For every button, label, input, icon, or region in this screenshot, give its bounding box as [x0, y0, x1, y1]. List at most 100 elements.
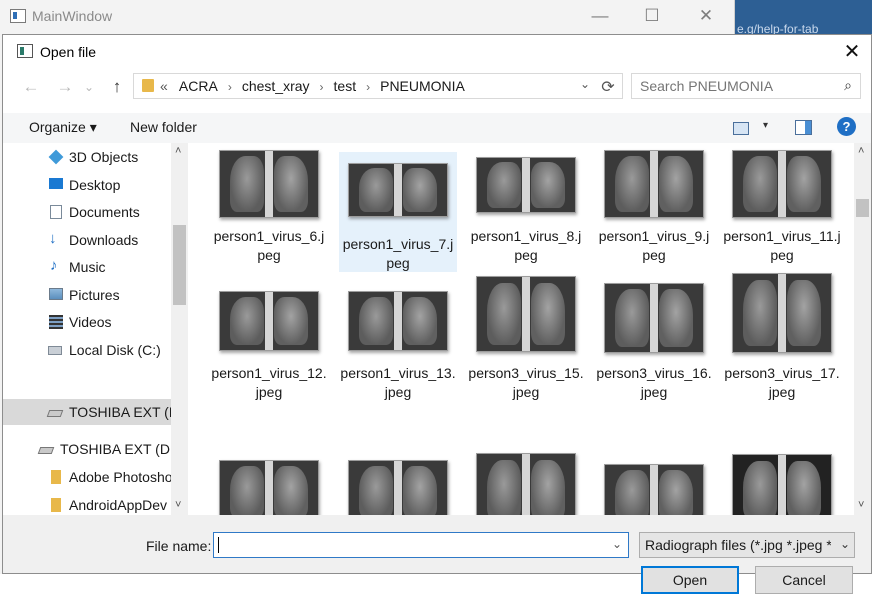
breadcrumb-chest-xray[interactable]: chest_xray [242, 78, 310, 94]
file-item[interactable]: person3_virus_15.jpeg [467, 276, 585, 401]
pictures-icon [49, 288, 63, 300]
sidebar-item-3d-objects[interactable]: 3D Objects [3, 144, 173, 170]
file-type-select[interactable]: Radiograph files (*.jpg *.jpeg *.) ⌄ [639, 532, 855, 558]
file-item[interactable] [467, 418, 585, 515]
sidebar-item-label: Videos [69, 314, 112, 330]
file-item[interactable] [210, 418, 328, 515]
sidebar-scroll-thumb[interactable] [173, 225, 186, 305]
file-name: person1_virus_9.jpeg [598, 228, 710, 263]
breadcrumb-test[interactable]: test [334, 78, 357, 94]
view-options-dropdown[interactable]: ▾ [763, 120, 768, 131]
sidebar-item-toshiba-ext[interactable]: TOSHIBA EXT (D:) [3, 399, 173, 425]
sidebar-item-videos[interactable]: Videos [3, 309, 173, 335]
chevron-down-icon[interactable]: ⌄ [839, 537, 850, 551]
file-item[interactable]: person1_virus_11.jpeg [723, 144, 841, 264]
image-thumbnail [219, 460, 319, 515]
sidebar-item-label: AndroidAppDev [69, 497, 168, 513]
scroll-down-icon[interactable]: ˅ [858, 499, 864, 511]
sidebar-item-documents[interactable]: Documents [3, 199, 173, 225]
address-dropdown-icon[interactable]: ⌄ [580, 77, 590, 91]
open-file-dialog: Open file ✕ ← → ⌄ ↑ « ACRA › chest_xray › te… [2, 34, 872, 594]
maximize-button[interactable]: ☐ [630, 0, 674, 32]
address-bar[interactable]: « ACRA › chest_xray › test › PNEUMONIA ⌄ [133, 73, 623, 99]
sidebar-item-label: TOSHIBA EXT (D:) [60, 441, 173, 457]
sidebar-item-music[interactable]: ♪ Music [3, 254, 173, 280]
sidebar-item-local-disk[interactable]: Local Disk (C:) [3, 337, 173, 363]
recent-locations-button[interactable]: ⌄ [81, 73, 97, 101]
file-item[interactable]: person3_virus_17.jpeg [723, 273, 841, 401]
cancel-button[interactable]: Cancel [755, 566, 853, 594]
videos-icon [49, 315, 63, 329]
forward-button[interactable]: → [51, 73, 79, 101]
up-button[interactable]: ↑ [103, 73, 131, 101]
text-caret [218, 537, 219, 553]
file-item[interactable]: person1_virus_12.jpeg [210, 281, 328, 401]
sidebar-item-label: Downloads [69, 232, 139, 248]
sidebar-item-label: Desktop [69, 177, 121, 193]
main-window-title: MainWindow [32, 8, 113, 24]
image-thumbnail [476, 276, 576, 352]
music-icon: ♪ [50, 257, 58, 274]
open-button[interactable]: Open [641, 566, 739, 594]
content-scroll-thumb[interactable] [856, 199, 869, 217]
file-item[interactable]: person1_virus_6.jpeg [210, 144, 328, 264]
sidebar-item-downloads[interactable]: ↓ Downloads [3, 227, 173, 253]
file-name: person1_virus_7.jpeg [342, 236, 454, 271]
chevron-down-icon[interactable]: ⌄ [612, 537, 622, 551]
refresh-button[interactable]: ⟳ [597, 77, 619, 99]
search-input[interactable] [640, 78, 830, 94]
image-thumbnail [732, 454, 832, 515]
file-item[interactable]: person1_virus_8.jpeg [467, 144, 585, 264]
scroll-up-icon[interactable]: ˄ [175, 145, 181, 157]
search-icon[interactable]: ⌕ [844, 77, 852, 94]
breadcrumb-acra[interactable]: ACRA [179, 78, 218, 94]
file-name: person3_virus_15.jpeg [468, 365, 584, 400]
minimize-button[interactable]: — [578, 0, 622, 32]
file-name-label: File name: [146, 538, 212, 554]
dialog-title: Open file [40, 44, 97, 60]
file-item-selected[interactable]: person1_virus_7.jpeg [339, 152, 457, 272]
file-name: person1_virus_6.jpeg [213, 228, 325, 263]
breadcrumb-pneumonia[interactable]: PNEUMONIA [380, 78, 465, 94]
sidebar-item-pictures[interactable]: Pictures [3, 282, 173, 308]
image-thumbnail [604, 464, 704, 515]
local-disk-icon [48, 346, 62, 355]
file-item[interactable] [339, 418, 457, 515]
search-box[interactable]: ⌕ [631, 73, 861, 99]
file-item[interactable]: person1_virus_13.jpeg [339, 281, 457, 401]
file-item[interactable] [723, 418, 841, 515]
sidebar-item-toshiba-ext-root[interactable]: TOSHIBA EXT (D:) [3, 436, 173, 462]
file-item[interactable] [595, 418, 713, 515]
back-button[interactable]: ← [17, 73, 45, 101]
sidebar-item-androidappdev[interactable]: AndroidAppDev [3, 492, 173, 515]
chevron-right-icon[interactable]: › [366, 80, 370, 94]
scroll-up-icon[interactable]: ˄ [858, 145, 864, 157]
app-icon [10, 9, 26, 23]
folder-icon [142, 79, 154, 92]
breadcrumb: « ACRA › chest_xray › test › PNEUMONIA [160, 78, 465, 94]
scroll-down-icon[interactable]: ˅ [175, 499, 181, 511]
organize-button[interactable]: Organize ▾ [29, 119, 97, 136]
dialog-close-button[interactable]: ✕ [835, 37, 869, 67]
downloads-icon: ↓ [49, 230, 57, 247]
file-item[interactable]: person1_virus_9.jpeg [595, 144, 713, 264]
file-name-field[interactable]: ⌄ [213, 532, 629, 558]
new-folder-button[interactable]: New folder [130, 119, 197, 135]
main-close-button[interactable]: ✕ [684, 0, 728, 32]
folder-icon [51, 470, 61, 484]
file-list: person1_virus_6.jpeg person1_virus_7.jpe… [189, 143, 853, 515]
sidebar-item-desktop[interactable]: Desktop [3, 172, 173, 198]
change-view-icon[interactable] [733, 122, 749, 135]
file-item[interactable]: person3_virus_16.jpeg [595, 281, 713, 401]
preview-pane-icon[interactable] [795, 120, 812, 135]
file-name-input[interactable] [218, 536, 598, 552]
chevron-right-icon[interactable]: › [228, 80, 232, 94]
file-name: person1_virus_8.jpeg [470, 228, 582, 263]
help-icon[interactable]: ? [837, 117, 856, 136]
dialog-app-icon [17, 44, 33, 58]
file-type-value: Radiograph files (*.jpg *.jpeg *.) [645, 537, 831, 553]
sidebar-scrollbar[interactable]: ˄ ˅ [171, 143, 188, 515]
breadcrumb-overflow[interactable]: « [160, 78, 168, 94]
sidebar-item-adobe-photoshop[interactable]: Adobe Photoshop [3, 464, 173, 490]
chevron-right-icon[interactable]: › [320, 80, 324, 94]
